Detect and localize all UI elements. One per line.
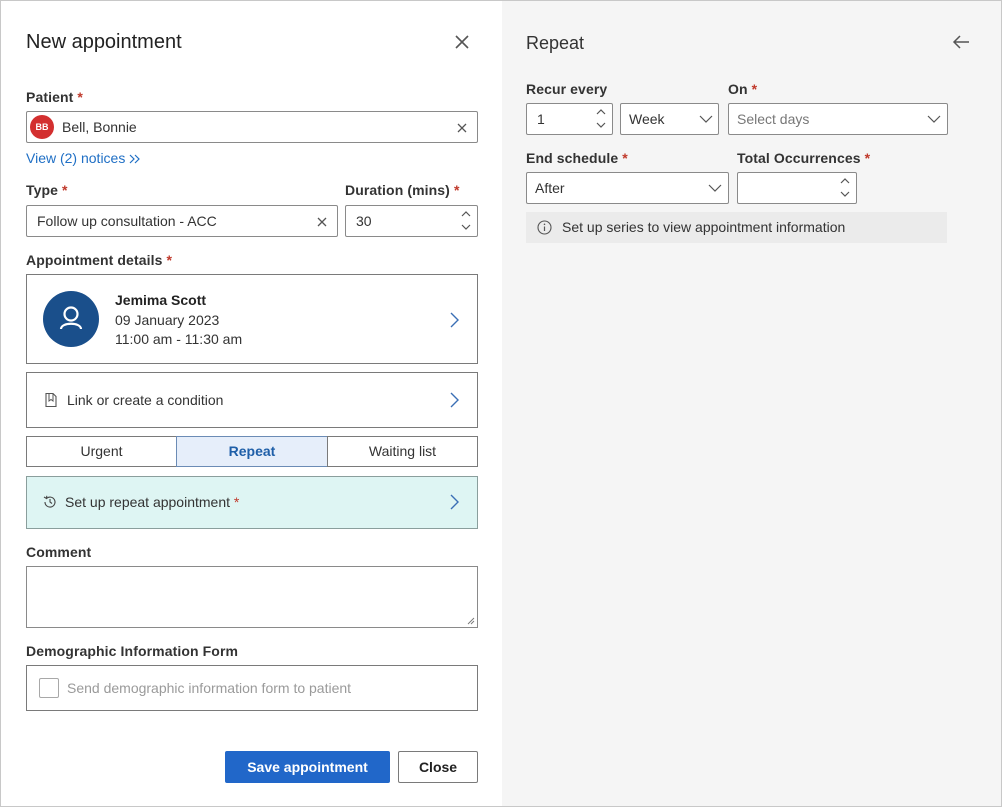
back-arrow-icon[interactable] xyxy=(951,33,971,51)
on-days-select[interactable]: Select days xyxy=(728,103,948,135)
duration-stepper-controls xyxy=(455,206,477,236)
save-appointment-button[interactable]: Save appointment xyxy=(225,751,390,783)
practitioner-avatar xyxy=(43,291,99,347)
patient-label: Patient * xyxy=(26,89,83,105)
demographic-box: Send demographic information form to pat… xyxy=(26,665,478,711)
end-schedule-label: End schedule * xyxy=(526,150,628,166)
type-field[interactable]: Follow up consultation - ACC xyxy=(26,205,338,237)
chevron-right-icon xyxy=(450,494,459,510)
repeat-panel-title: Repeat xyxy=(526,33,585,53)
chevron-down-icon xyxy=(927,115,941,123)
on-label: On * xyxy=(728,81,758,97)
decrement-icon[interactable] xyxy=(594,119,608,131)
total-occurrences-label: Total Occurrences * xyxy=(737,150,871,166)
decrement-icon[interactable] xyxy=(459,221,473,233)
double-chevron-right-icon xyxy=(129,154,141,164)
close-icon[interactable] xyxy=(452,32,472,52)
user-icon xyxy=(59,306,83,330)
duration-stepper[interactable]: 30 xyxy=(345,205,478,237)
duration-label: Duration (mins) * xyxy=(345,182,460,198)
duration-value: 30 xyxy=(356,213,372,229)
end-schedule-value: After xyxy=(535,180,565,196)
info-bar: Set up series to view appointment inform… xyxy=(526,212,947,243)
set-up-repeat-appointment[interactable]: Set up repeat appointment * xyxy=(26,476,478,529)
comment-textarea[interactable] xyxy=(26,566,478,628)
patient-field[interactable]: BB Bell, Bonnie xyxy=(26,111,478,143)
end-schedule-select[interactable]: After xyxy=(526,172,729,204)
type-label: Type * xyxy=(26,182,68,198)
appointment-date: 09 January 2023 xyxy=(115,312,220,328)
segment-urgent[interactable]: Urgent xyxy=(26,436,177,467)
type-value: Follow up consultation - ACC xyxy=(37,213,217,229)
increment-icon[interactable] xyxy=(594,106,608,118)
chevron-right-icon xyxy=(450,312,459,328)
link-condition-card[interactable]: Link or create a condition xyxy=(26,372,478,428)
appointment-time: 11:00 am - 11:30 am xyxy=(115,331,243,347)
send-demographic-checkbox[interactable] xyxy=(39,678,59,698)
clear-type-icon[interactable] xyxy=(315,215,329,229)
segment-repeat[interactable]: Repeat xyxy=(176,436,328,467)
appointment-window: New appointment Patient * BB Bell, Bonni… xyxy=(0,0,1002,807)
condition-label: Link or create a condition xyxy=(67,392,224,408)
new-appointment-panel: New appointment Patient * BB Bell, Bonni… xyxy=(1,1,502,806)
appointment-details-label: Appointment details * xyxy=(26,252,173,268)
send-demographic-label: Send demographic information form to pat… xyxy=(67,680,352,696)
chevron-down-icon xyxy=(708,184,722,192)
total-occurrences-stepper-controls xyxy=(834,173,856,203)
demographic-label: Demographic Information Form xyxy=(26,643,239,659)
recur-period-value: Week xyxy=(629,111,665,127)
recur-every-value: 1 xyxy=(537,111,545,127)
total-occurrences-stepper[interactable] xyxy=(737,172,857,204)
dialog-title: New appointment xyxy=(26,31,182,53)
clear-patient-icon[interactable] xyxy=(455,121,469,135)
resize-handle-icon[interactable] xyxy=(467,617,475,625)
chevron-right-icon xyxy=(450,392,459,408)
practitioner-name: Jemima Scott xyxy=(115,292,207,308)
appointment-details-card[interactable]: Jemima Scott 09 January 2023 11:00 am - … xyxy=(26,274,478,364)
on-days-placeholder: Select days xyxy=(737,111,810,127)
increment-icon[interactable] xyxy=(838,175,852,187)
increment-icon[interactable] xyxy=(459,208,473,220)
view-notices-link[interactable]: View (2) notices xyxy=(26,150,141,166)
history-icon xyxy=(43,495,56,508)
decrement-icon[interactable] xyxy=(838,188,852,200)
recur-every-stepper-controls xyxy=(590,104,612,134)
comment-label: Comment xyxy=(26,544,92,560)
patient-name: Bell, Bonnie xyxy=(62,119,137,135)
recur-period-select[interactable]: Week xyxy=(620,103,719,135)
patient-avatar: BB xyxy=(30,115,54,139)
segment-waiting-list[interactable]: Waiting list xyxy=(327,436,478,467)
chevron-down-icon xyxy=(699,115,713,123)
info-text: Set up series to view appointment inform… xyxy=(562,219,846,235)
recur-every-stepper[interactable]: 1 xyxy=(526,103,613,135)
condition-document-icon xyxy=(45,392,57,408)
recur-every-label: Recur every xyxy=(526,81,608,97)
close-button[interactable]: Close xyxy=(398,751,478,783)
repeat-setup-label: Set up repeat appointment * xyxy=(65,494,240,510)
info-icon xyxy=(537,220,552,235)
